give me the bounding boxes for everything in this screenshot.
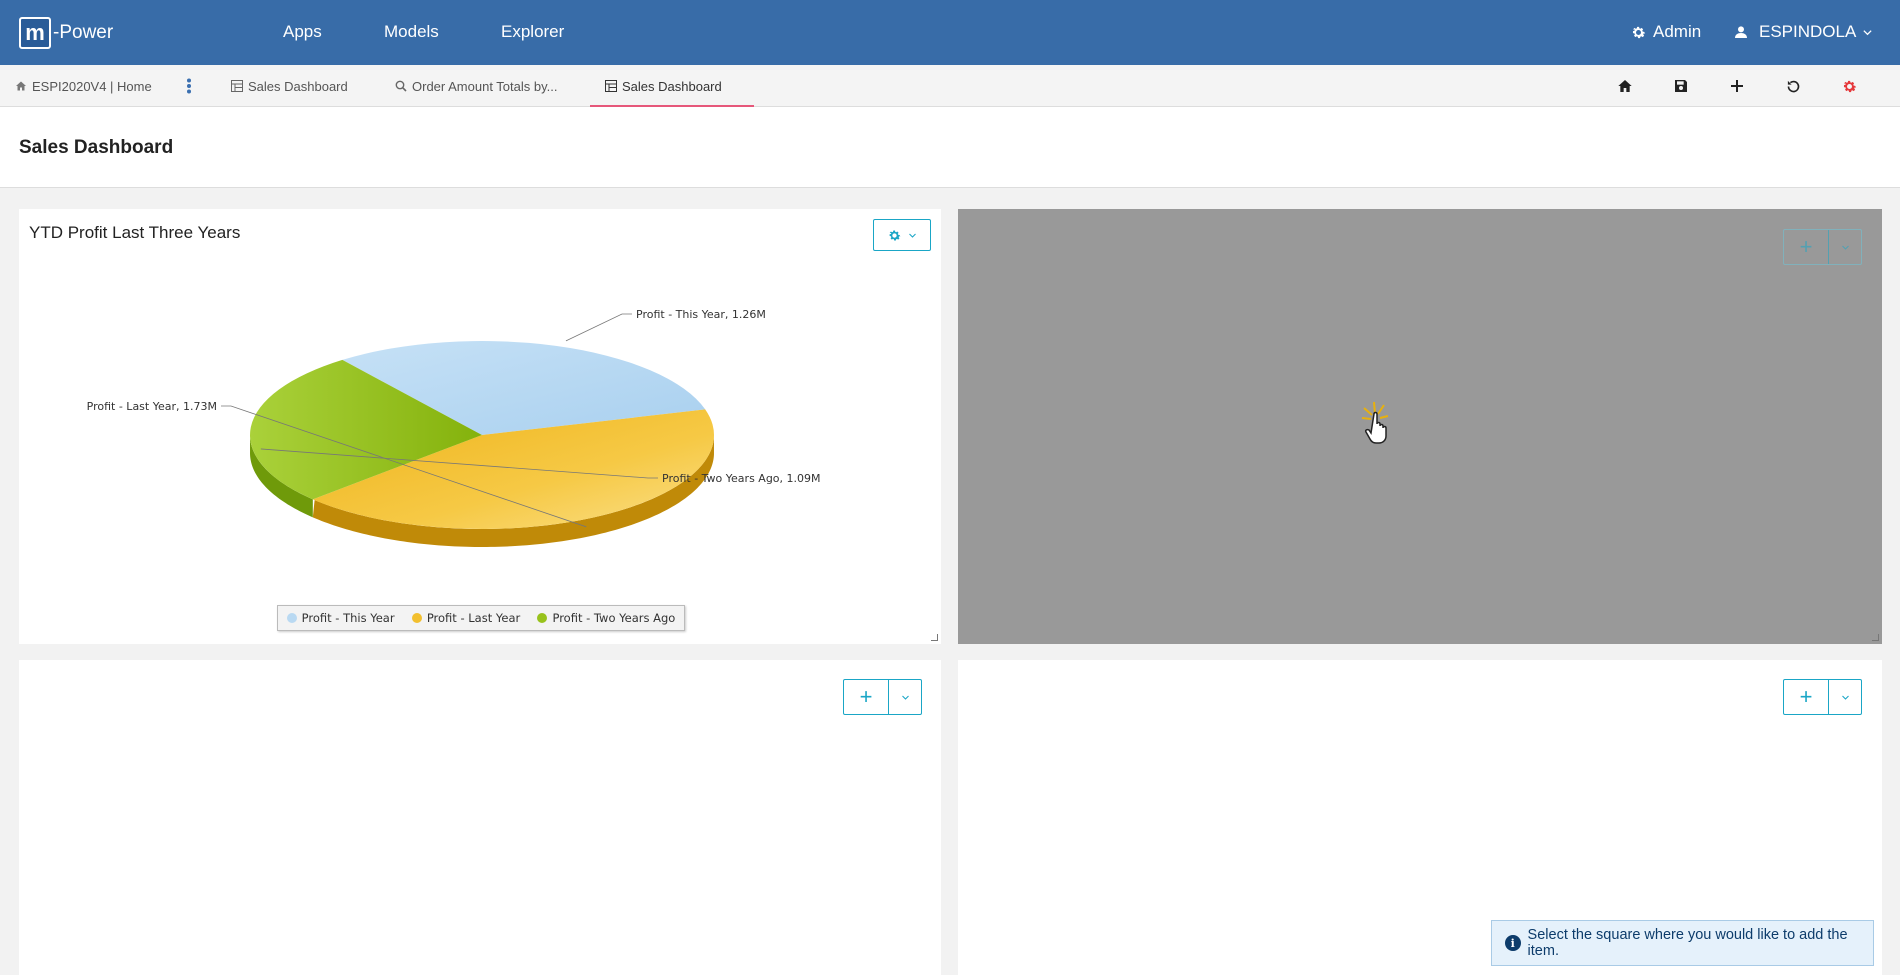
top-navbar: m -Power Apps Models Explorer Admin ESPI… [0,0,1900,65]
legend-label: Profit - This Year [301,611,395,625]
chevron-down-icon [1841,245,1849,250]
legend-swatch [411,613,422,623]
pie-chart: Profit - This Year, 1.26M Profit - Last Y… [87,308,821,547]
chevron-down-icon [1863,29,1872,35]
refresh-button[interactable] [1782,75,1804,97]
home-button[interactable] [1614,75,1636,97]
legend-swatch [537,613,548,623]
add-item-dropdown[interactable] [1829,680,1861,714]
chart-legend: Profit - This Year Profit - Last Year Pr… [277,605,685,631]
add-item-split-button[interactable]: + [843,679,922,715]
add-item-button[interactable]: + [1784,680,1829,714]
chevron-down-icon [909,233,916,238]
tab-home[interactable]: ESPI2020V4 | Home [15,65,152,107]
info-icon: i [1505,935,1521,951]
add-item-split-button[interactable]: + [1783,229,1862,265]
tab-sales-dashboard-1[interactable]: Sales Dashboard [231,65,348,107]
add-item-dropdown[interactable] [889,680,921,714]
panel-title: YTD Profit Last Three Years [29,223,241,242]
mpower-logo[interactable]: m -Power [19,16,113,50]
tab-order-amount[interactable]: Order Amount Totals by... [395,65,557,107]
dashboard-icon [231,80,243,92]
tab-home-label: ESPI2020V4 | Home [32,78,152,94]
toast-message: Select the square where you would like t… [1527,927,1848,959]
add-item-split-button[interactable]: + [1783,679,1862,715]
vertical-dots-icon [187,78,191,94]
pie-data-label: Profit - Two Years Ago, 1.09M [662,472,821,485]
page-header: Sales Dashboard [0,107,1900,188]
legend-label: Profit - Two Years Ago [552,611,676,625]
legend-item[interactable]: Profit - Last Year [411,611,521,625]
logo-mark: m [19,17,51,49]
page-title: Sales Dashboard [19,137,174,158]
home-icon [1618,80,1632,92]
legend-swatch [286,613,297,623]
hand-cursor-icon [1361,401,1389,444]
panel-top-left[interactable]: YTD Profit Last Three Years Profit - Thi… [19,209,941,644]
logo-text: -Power [53,22,114,43]
panel-bottom-left[interactable]: + [19,660,941,975]
user-label: ESPINDOLA [1759,22,1857,41]
add-button[interactable] [1726,75,1748,97]
pie-data-label: Profit - Last Year, 1.73M [87,400,217,413]
home-icon [16,81,26,91]
tab-label: Sales Dashboard [248,78,348,94]
tab-sales-dashboard-2[interactable]: Sales Dashboard [605,65,722,107]
tab-menu-button[interactable] [186,65,192,107]
info-toast: i Select the square where you would like… [1491,920,1874,966]
panel-top-right[interactable]: + [958,209,1882,644]
legend-item[interactable]: Profit - Two Years Ago [537,611,675,625]
plus-icon [1731,80,1743,92]
nav-apps[interactable]: Apps [283,22,322,42]
nav-explorer[interactable]: Explorer [501,22,564,42]
admin-menu[interactable]: Admin [1630,22,1701,42]
tab-bar: ESPI2020V4 | Home Sales Dashboard Order … [0,65,1900,107]
legend-item[interactable]: Profit - This Year [286,611,395,625]
gear-icon [1632,26,1646,38]
gear-icon [889,230,901,240]
user-icon [1735,26,1747,38]
resize-handle[interactable] [931,634,938,641]
pie-data-label: Profit - This Year, 1.26M [636,308,766,321]
pie-leader-line [565,313,632,342]
save-icon [1675,80,1687,92]
nav-models[interactable]: Models [384,22,439,42]
panel-settings-button[interactable] [873,219,931,251]
add-item-button[interactable]: + [844,680,889,714]
gear-icon [1843,80,1856,92]
add-item-dropdown[interactable] [1829,230,1861,264]
save-button[interactable] [1670,75,1692,97]
tab-label: Order Amount Totals by... [412,78,558,94]
dashboard-icon [605,80,617,92]
add-item-button[interactable]: + [1784,230,1829,264]
user-menu[interactable]: ESPINDOLA [1733,22,1873,42]
resize-handle[interactable] [1872,634,1879,641]
settings-button[interactable] [1838,75,1860,97]
chevron-down-icon [1841,695,1849,700]
legend-label: Profit - Last Year [426,611,521,625]
admin-label: Admin [1653,22,1702,41]
tab-label: Sales Dashboard [622,78,722,94]
chevron-down-icon [901,695,909,700]
search-icon [395,80,407,92]
refresh-icon [1787,80,1799,92]
